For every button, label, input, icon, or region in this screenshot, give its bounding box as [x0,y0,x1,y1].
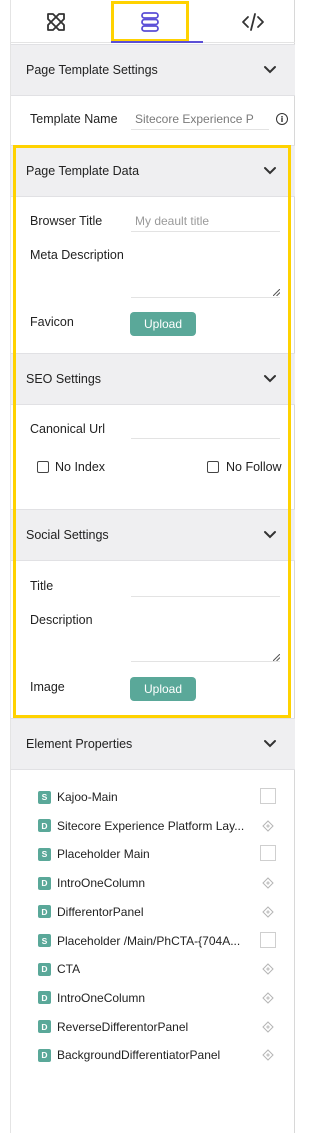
tree-item[interactable]: S Kajoo-Main [38,787,278,807]
dynamic-badge: D [38,876,51,890]
section-social-settings[interactable]: Social Settings [11,509,295,561]
section-title: Social Settings [26,528,109,542]
left-rail [0,0,11,1133]
social-title-input[interactable] [131,575,280,597]
info-icon[interactable]: i [276,113,288,125]
section-page-template-data[interactable]: Page Template Data [11,145,295,197]
layers-icon [141,11,159,32]
section-title: Element Properties [26,737,133,751]
meta-description-label: Meta Description [30,248,124,262]
favicon-label: Favicon [30,315,74,329]
no-index-label: No Index [55,460,106,474]
meta-description-textarea[interactable] [131,248,280,298]
tree-item[interactable]: D Sitecore Experience Platform Lay... [38,816,278,836]
component-diamond-icon[interactable] [262,1020,274,1033]
component-diamond-icon[interactable] [262,992,274,1004]
template-name-label: Template Name [30,112,118,126]
placeholder-square-icon[interactable] [260,931,276,948]
tree-item-label: IntroOneColumn [57,876,146,891]
social-image-label: Image [30,680,65,694]
dynamic-badge: D [38,819,51,833]
tree-item[interactable]: D IntroOneColumn [38,988,278,1008]
chevron-down-icon [264,531,276,539]
chevron-down-icon [264,66,276,74]
static-badge: S [38,790,51,804]
tree-item[interactable]: D IntroOneColumn [38,873,278,893]
dynamic-badge: D [38,905,51,919]
tab-layers[interactable] [111,0,189,43]
section-title: Page Template Data [26,164,140,178]
placeholder-square-icon[interactable] [260,788,276,804]
browser-title-input[interactable] [131,210,280,232]
favicon-upload-button[interactable]: Upload [130,312,196,336]
no-index-checkbox[interactable] [37,461,49,473]
tree-item-label: Kajoo-Main [57,790,118,804]
tree-item[interactable]: D DifferentorPanel [38,902,278,922]
section-seo-settings[interactable]: SEO Settings [11,353,295,405]
canonical-url-label: Canonical Url [30,422,106,436]
section-page-template-settings[interactable]: Page Template Settings [11,44,295,96]
tree-item-label: Sitecore Experience Platform Lay... [57,818,245,833]
template-name-field[interactable]: Sitecore Experience P [131,108,269,130]
component-diamond-icon[interactable] [262,906,274,918]
canonical-url-input[interactable] [131,417,280,439]
tab-underline [111,41,203,43]
tools-icon [47,12,65,31]
placeholder-square-icon[interactable] [260,845,276,862]
chevron-down-icon [264,375,276,383]
tree-item[interactable]: D BackgroundDifferentiatorPanel [38,1045,278,1065]
resize-grip-icon[interactable] [273,289,280,296]
tab-code[interactable] [211,0,295,43]
browser-title-label: Browser Title [30,214,103,228]
tree-item-label: BackgroundDifferentiatorPanel [57,1048,221,1063]
tree-item-label: Placeholder /Main/PhCTA-{704A... [57,933,241,948]
social-image-upload-button[interactable]: Upload [130,677,196,701]
tab-tools[interactable] [16,0,96,43]
tree-item-label: DifferentorPanel [57,904,144,919]
resize-grip-icon[interactable] [273,654,280,661]
properties-panel: Page Template Settings Template Name Sit… [11,0,295,1133]
component-diamond-icon[interactable] [262,963,274,975]
component-diamond-icon[interactable] [262,819,274,832]
social-description-label: Description [30,613,93,627]
tree-item-label: IntroOneColumn [57,990,146,1005]
tree-item-label: Placeholder Main [57,847,150,862]
section-element-properties[interactable]: Element Properties [11,718,295,770]
dynamic-badge: D [38,1048,51,1062]
no-follow-label: No Follow [226,460,282,474]
chevron-down-icon [264,740,276,748]
panel-tabs [11,0,295,43]
tree-item-label: CTA [57,962,81,977]
tree-item[interactable]: D CTA [38,959,278,979]
social-description-textarea[interactable] [131,612,280,662]
static-badge: S [38,847,51,861]
code-icon [242,12,264,31]
social-title-label: Title [30,579,54,593]
chevron-down-icon [264,167,276,175]
tree-item[interactable]: D ReverseDifferentorPanel [38,1017,278,1037]
component-diamond-icon[interactable] [262,877,274,889]
tree-item[interactable]: S Placeholder Main [38,844,278,864]
section-title: Page Template Settings [26,63,158,77]
component-diamond-icon[interactable] [262,1049,274,1062]
dynamic-badge: D [38,962,51,976]
dynamic-badge: D [38,1020,51,1034]
tree-item-label: ReverseDifferentorPanel [57,1019,189,1034]
section-title: SEO Settings [26,372,102,386]
dynamic-badge: D [38,991,51,1005]
tree-item[interactable]: S Placeholder /Main/PhCTA-{704A... [38,931,278,951]
no-follow-checkbox[interactable] [207,461,219,473]
static-badge: S [38,934,51,947]
